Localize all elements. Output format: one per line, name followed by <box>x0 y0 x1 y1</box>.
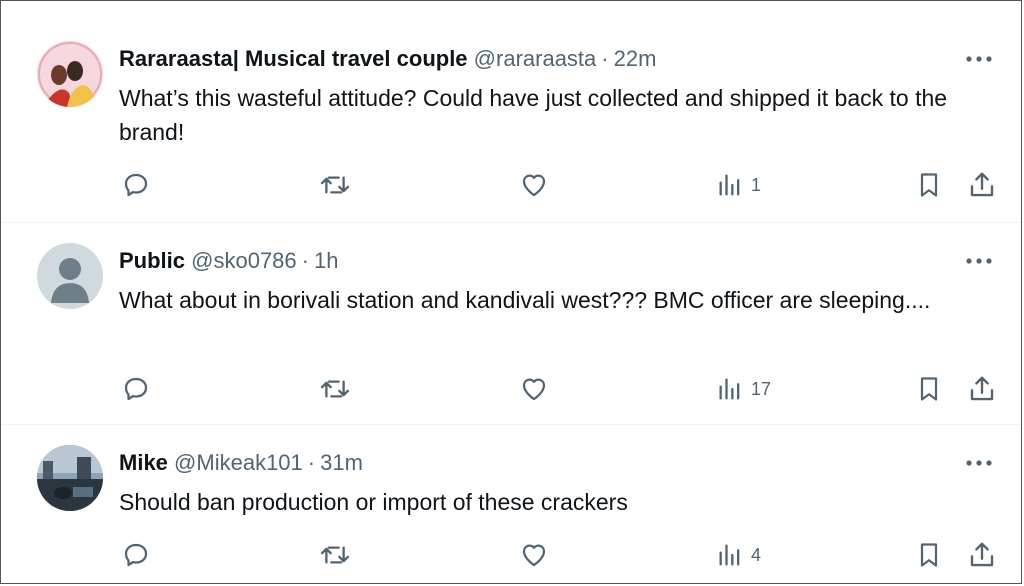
share-icon <box>970 376 994 401</box>
tweet-header: Rararaasta| Musical travel couple @rarar… <box>119 45 656 73</box>
display-name[interactable]: Mike <box>119 450 168 475</box>
user-handle[interactable]: @sko0786 <box>191 248 297 273</box>
retweet-button[interactable] <box>319 167 351 203</box>
avatar[interactable] <box>37 445 103 511</box>
tweet-header: Mike @Mikeak101 · 31m <box>119 449 363 477</box>
timestamp[interactable]: 1h <box>314 248 338 273</box>
reply-thread: Rararaasta| Musical travel couple @rarar… <box>0 0 1022 584</box>
tweet-2[interactable]: Public @sko0786 · 1h What about in borival… <box>1 223 1021 423</box>
bookmark-button[interactable] <box>915 537 943 573</box>
views-icon <box>719 378 740 400</box>
like-icon <box>522 174 546 197</box>
display-name[interactable]: Public <box>119 248 185 273</box>
more-button[interactable] <box>963 49 995 69</box>
views-button[interactable]: 1 <box>717 167 761 203</box>
tweet-text: Should ban production or import of these… <box>119 489 628 515</box>
retweet-icon <box>320 380 350 398</box>
views-count: 1 <box>751 174 762 195</box>
retweet-icon <box>320 546 350 564</box>
views-icon <box>719 544 740 566</box>
bookmark-icon <box>920 173 938 197</box>
share-icon <box>970 172 994 197</box>
share-icon <box>970 542 994 567</box>
action-bar: 17 <box>1 371 1021 407</box>
avatar[interactable] <box>37 41 103 107</box>
like-icon <box>522 544 546 567</box>
user-handle[interactable]: @rararaasta <box>474 46 597 71</box>
more-button[interactable] <box>963 453 995 473</box>
action-bar: 4 <box>1 537 1021 573</box>
views-button[interactable]: 4 <box>717 537 761 573</box>
default-profile-icon <box>37 243 103 309</box>
separator-dot: · <box>301 248 309 273</box>
reply-icon <box>124 173 148 197</box>
user-handle[interactable]: @Mikeak101 <box>174 450 303 475</box>
display-name[interactable]: Rararaasta| Musical travel couple <box>119 46 468 71</box>
share-button[interactable] <box>967 371 997 407</box>
landscape-photo <box>37 445 103 511</box>
bookmark-icon <box>920 543 938 567</box>
separator-dot: · <box>601 46 609 71</box>
action-bar: 1 <box>1 167 1021 203</box>
share-button[interactable] <box>967 167 997 203</box>
more-icon <box>966 258 992 264</box>
like-button[interactable] <box>519 371 549 407</box>
tweet-text: What’s this wasteful attitude? Could hav… <box>119 85 948 145</box>
views-icon <box>719 174 740 196</box>
tweet-1[interactable]: Rararaasta| Musical travel couple @rarar… <box>1 1 1021 221</box>
tweet-text: What about in borivali station and kandi… <box>119 287 931 313</box>
retweet-button[interactable] <box>319 371 351 407</box>
timestamp[interactable]: 31m <box>320 450 363 475</box>
retweet-icon <box>320 176 350 194</box>
share-button[interactable] <box>967 537 997 573</box>
views-count: 17 <box>751 378 772 399</box>
more-icon <box>966 460 992 466</box>
reply-icon <box>124 543 148 567</box>
bookmark-button[interactable] <box>915 371 943 407</box>
like-button[interactable] <box>519 537 549 573</box>
avatar[interactable] <box>37 243 103 309</box>
tweet-header: Public @sko0786 · 1h <box>119 247 338 275</box>
tweet-3[interactable]: Mike @Mikeak101 · 31m Should ban productio… <box>1 425 1021 583</box>
more-icon <box>966 56 992 62</box>
more-button[interactable] <box>963 251 995 271</box>
views-count: 4 <box>751 544 762 565</box>
views-button[interactable]: 17 <box>717 371 771 407</box>
separator-dot: · <box>307 450 316 475</box>
bookmark-icon <box>920 377 938 401</box>
like-icon <box>522 378 546 401</box>
couple-photo <box>37 41 103 107</box>
timestamp[interactable]: 22m <box>614 46 657 71</box>
bookmark-button[interactable] <box>915 167 943 203</box>
reply-button[interactable] <box>121 371 151 407</box>
like-button[interactable] <box>519 167 549 203</box>
reply-button[interactable] <box>121 167 151 203</box>
retweet-button[interactable] <box>319 537 351 573</box>
reply-icon <box>124 377 148 401</box>
reply-button[interactable] <box>121 537 151 573</box>
